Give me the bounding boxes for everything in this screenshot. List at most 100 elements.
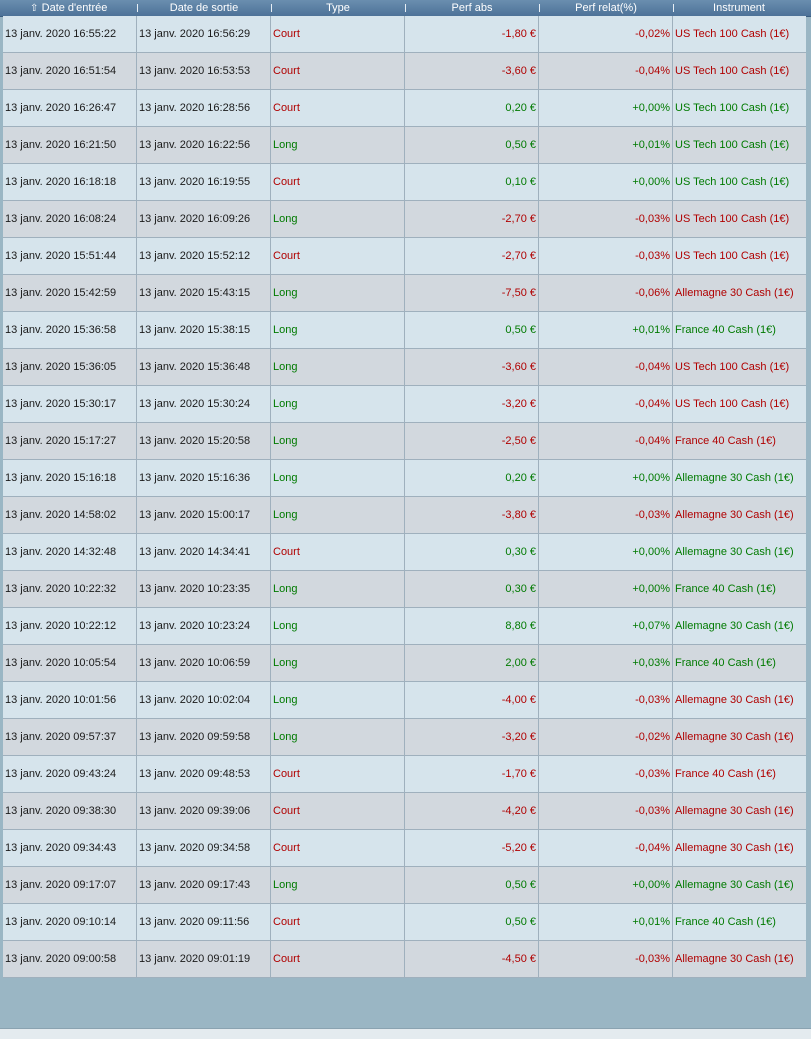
type-cell: Court	[271, 53, 405, 89]
instrument-cell: France 40 Cash (1€)	[675, 583, 776, 595]
perf-rel-cell: +0,00%	[539, 571, 673, 607]
table-row[interactable]: 13 janv. 2020 09:10:14 13 janv. 2020 09:1…	[3, 904, 806, 941]
exit-date-cell: 13 janv. 2020 15:00:17	[137, 497, 271, 533]
instrument-cell: Allemagne 30 Cash (1€)	[675, 694, 794, 706]
instrument-cell: France 40 Cash (1€)	[675, 768, 776, 780]
perf-abs-cell: -3,60 €	[405, 349, 539, 385]
table-row[interactable]: 13 janv. 2020 09:34:43 13 janv. 2020 09:3…	[3, 830, 806, 867]
perf-rel-cell: +0,00%	[539, 534, 673, 570]
table-row[interactable]: 13 janv. 2020 10:22:12 13 janv. 2020 10:2…	[3, 608, 806, 645]
type-cell: Long	[271, 275, 405, 311]
perf-rel-cell: -0,03%	[539, 238, 673, 274]
table-row[interactable]: 13 janv. 2020 16:51:54 13 janv. 2020 16:5…	[3, 53, 806, 90]
type-cell: Long	[271, 719, 405, 755]
entry-date-cell: 13 janv. 2020 16:18:18	[3, 164, 137, 200]
instrument-cell: Allemagne 30 Cash (1€)	[675, 731, 794, 743]
table-row[interactable]: 13 janv. 2020 16:26:47 13 janv. 2020 16:2…	[3, 90, 806, 127]
entry-date-cell: 13 janv. 2020 09:00:58	[3, 941, 137, 977]
table-row[interactable]: 13 janv. 2020 15:36:58 13 janv. 2020 15:3…	[3, 312, 806, 349]
entry-date-cell: 13 janv. 2020 15:51:44	[3, 238, 137, 274]
perf-abs-cell: -3,80 €	[405, 497, 539, 533]
perf-abs-cell: 0,20 €	[405, 90, 539, 126]
column-header-exit-date[interactable]: Date de sortie	[137, 0, 271, 16]
entry-date-cell: 13 janv. 2020 15:17:27	[3, 423, 137, 459]
table-row[interactable]: 13 janv. 2020 15:16:18 13 janv. 2020 15:1…	[3, 460, 806, 497]
column-header-perf-rel[interactable]: Perf relat(%)	[539, 0, 673, 16]
perf-abs-cell: -1,80 €	[405, 16, 539, 52]
perf-abs-cell: 2,00 €	[405, 645, 539, 681]
type-cell: Long	[271, 386, 405, 422]
table-row[interactable]: 13 janv. 2020 14:58:02 13 janv. 2020 15:0…	[3, 497, 806, 534]
table-row[interactable]: 13 janv. 2020 10:01:56 13 janv. 2020 10:0…	[3, 682, 806, 719]
exit-date-cell: 13 janv. 2020 09:59:58	[137, 719, 271, 755]
perf-rel-cell: +0,00%	[539, 460, 673, 496]
entry-date-cell: 13 janv. 2020 16:21:50	[3, 127, 137, 163]
instrument-cell: Allemagne 30 Cash (1€)	[675, 879, 794, 891]
entry-date-cell: 13 janv. 2020 10:22:32	[3, 571, 137, 607]
perf-abs-cell: -5,20 €	[405, 830, 539, 866]
table-row[interactable]: 13 janv. 2020 10:22:32 13 janv. 2020 10:2…	[3, 571, 806, 608]
perf-abs-cell: -7,50 €	[405, 275, 539, 311]
entry-date-cell: 13 janv. 2020 09:43:24	[3, 756, 137, 792]
perf-rel-cell: +0,00%	[539, 867, 673, 903]
column-header-instrument[interactable]: Instrument	[673, 0, 805, 16]
column-header-entry-date-label: Date d'entrée	[41, 2, 108, 14]
column-header-entry-date[interactable]: ⇧ Date d'entrée	[0, 0, 137, 16]
perf-rel-cell: +0,07%	[539, 608, 673, 644]
table-header: ⇧ Date d'entrée Date de sortie Type Perf …	[0, 0, 811, 17]
exit-date-cell: 13 janv. 2020 16:28:56	[137, 90, 271, 126]
table-row[interactable]: 13 janv. 2020 09:00:58 13 janv. 2020 09:0…	[3, 941, 806, 978]
table-row[interactable]: 13 janv. 2020 15:36:05 13 janv. 2020 15:3…	[3, 349, 806, 386]
instrument-cell: France 40 Cash (1€)	[675, 324, 776, 336]
perf-abs-cell: -4,20 €	[405, 793, 539, 829]
perf-rel-cell: -0,03%	[539, 793, 673, 829]
entry-date-cell: 13 janv. 2020 15:42:59	[3, 275, 137, 311]
exit-date-cell: 13 janv. 2020 15:43:15	[137, 275, 271, 311]
type-cell: Court	[271, 534, 405, 570]
perf-abs-cell: 0,50 €	[405, 867, 539, 903]
exit-date-cell: 13 janv. 2020 16:22:56	[137, 127, 271, 163]
instrument-cell: US Tech 100 Cash (1€)	[675, 213, 790, 225]
table-row[interactable]: 13 janv. 2020 15:30:17 13 janv. 2020 15:3…	[3, 386, 806, 423]
type-cell: Long	[271, 201, 405, 237]
type-cell: Court	[271, 90, 405, 126]
perf-abs-cell: 0,30 €	[405, 571, 539, 607]
column-header-type[interactable]: Type	[271, 0, 405, 16]
exit-date-cell: 13 janv. 2020 16:53:53	[137, 53, 271, 89]
table-row[interactable]: 13 janv. 2020 15:51:44 13 janv. 2020 15:5…	[3, 238, 806, 275]
perf-rel-cell: -0,04%	[539, 423, 673, 459]
type-cell: Long	[271, 867, 405, 903]
table-row[interactable]: 13 janv. 2020 16:55:22 13 janv. 2020 16:5…	[3, 16, 806, 53]
perf-rel-cell: +0,01%	[539, 904, 673, 940]
entry-date-cell: 13 janv. 2020 15:30:17	[3, 386, 137, 422]
perf-abs-cell: -4,00 €	[405, 682, 539, 718]
exit-date-cell: 13 janv. 2020 10:06:59	[137, 645, 271, 681]
instrument-cell: Allemagne 30 Cash (1€)	[675, 805, 794, 817]
perf-rel-cell: -0,04%	[539, 349, 673, 385]
instrument-cell: US Tech 100 Cash (1€)	[675, 28, 790, 40]
column-header-perf-abs[interactable]: Perf abs	[405, 0, 539, 16]
exit-date-cell: 13 janv. 2020 09:39:06	[137, 793, 271, 829]
type-cell: Long	[271, 127, 405, 163]
table-row[interactable]: 13 janv. 2020 09:43:24 13 janv. 2020 09:4…	[3, 756, 806, 793]
entry-date-cell: 13 janv. 2020 15:16:18	[3, 460, 137, 496]
table-row[interactable]: 13 janv. 2020 15:17:27 13 janv. 2020 15:2…	[3, 423, 806, 460]
instrument-cell: US Tech 100 Cash (1€)	[675, 176, 790, 188]
type-cell: Long	[271, 645, 405, 681]
perf-abs-cell: -3,60 €	[405, 53, 539, 89]
type-cell: Court	[271, 941, 405, 977]
table-row[interactable]: 13 janv. 2020 16:21:50 13 janv. 2020 16:2…	[3, 127, 806, 164]
table-row[interactable]: 13 janv. 2020 16:18:18 13 janv. 2020 16:1…	[3, 164, 806, 201]
sort-ascending-icon[interactable]: ⇧	[30, 1, 39, 17]
table-row[interactable]: 13 janv. 2020 09:38:30 13 janv. 2020 09:3…	[3, 793, 806, 830]
table-row[interactable]: 13 janv. 2020 15:42:59 13 janv. 2020 15:4…	[3, 275, 806, 312]
type-cell: Court	[271, 830, 405, 866]
table-row[interactable]: 13 janv. 2020 10:05:54 13 janv. 2020 10:0…	[3, 645, 806, 682]
table-row[interactable]: 13 janv. 2020 09:57:37 13 janv. 2020 09:5…	[3, 719, 806, 756]
table-row[interactable]: 13 janv. 2020 16:08:24 13 janv. 2020 16:0…	[3, 201, 806, 238]
type-cell: Court	[271, 238, 405, 274]
exit-date-cell: 13 janv. 2020 09:17:43	[137, 867, 271, 903]
entry-date-cell: 13 janv. 2020 16:08:24	[3, 201, 137, 237]
table-row[interactable]: 13 janv. 2020 09:17:07 13 janv. 2020 09:1…	[3, 867, 806, 904]
table-row[interactable]: 13 janv. 2020 14:32:48 13 janv. 2020 14:3…	[3, 534, 806, 571]
